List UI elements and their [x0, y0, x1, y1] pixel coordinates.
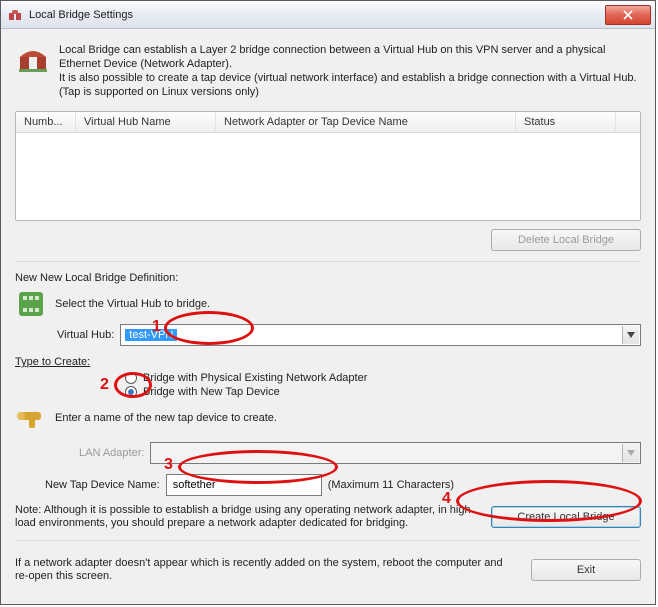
window-close-button[interactable] — [605, 5, 651, 25]
intro-panel: Local Bridge can establish a Layer 2 bri… — [15, 39, 641, 103]
lan-adapter-combo — [150, 442, 641, 464]
hub-icon — [15, 288, 47, 320]
tap-name-label: New Tap Device Name: — [45, 479, 160, 491]
chevron-down-icon[interactable] — [622, 326, 639, 344]
th-number[interactable]: Numb... — [16, 112, 76, 132]
bridge-icon — [17, 43, 49, 75]
exit-button[interactable]: Exit — [531, 559, 641, 581]
window-title: Local Bridge Settings — [29, 9, 605, 21]
max-chars-label: (Maximum 11 Characters) — [328, 479, 454, 491]
enter-tap-name-label: Enter a name of the new tap device to cr… — [55, 412, 277, 424]
footer-text: If a network adapter doesn't appear whic… — [15, 557, 517, 583]
note-text: Note: Although it is possible to establi… — [15, 504, 481, 530]
titlebar: Local Bridge Settings — [1, 1, 655, 29]
virtual-hub-combo[interactable]: test-VPN — [120, 324, 641, 346]
separator — [15, 540, 641, 541]
virtual-hub-label: Virtual Hub: — [57, 329, 114, 341]
chevron-down-icon — [622, 444, 639, 462]
radio-tap-label: Bridge with New Tap Device — [143, 386, 280, 398]
th-spacer — [616, 112, 640, 132]
radio-physical-label: Bridge with Physical Existing Network Ad… — [143, 372, 367, 384]
select-hub-label: Select the Virtual Hub to bridge. — [55, 298, 210, 310]
bridges-table[interactable]: Numb... Virtual Hub Name Network Adapter… — [15, 111, 641, 221]
create-bridge-button[interactable]: Create Local Bridge — [491, 506, 641, 528]
th-hub[interactable]: Virtual Hub Name — [76, 112, 216, 132]
virtual-hub-value: test-VPN — [125, 329, 177, 341]
th-status[interactable]: Status — [516, 112, 616, 132]
intro-text: Local Bridge can establish a Layer 2 bri… — [59, 43, 639, 99]
type-label: Type to Create: — [15, 356, 90, 368]
app-icon — [7, 7, 23, 23]
separator — [15, 261, 641, 262]
radio-physical[interactable] — [125, 372, 137, 384]
radio-tap[interactable] — [125, 386, 137, 398]
th-adapter[interactable]: Network Adapter or Tap Device Name — [216, 112, 516, 132]
tap-name-input[interactable] — [166, 474, 322, 496]
close-icon — [623, 10, 633, 20]
tap-icon — [15, 402, 47, 434]
delete-bridge-button: Delete Local Bridge — [491, 229, 641, 251]
table-header: Numb... Virtual Hub Name Network Adapter… — [16, 112, 640, 133]
lan-adapter-label: LAN Adapter: — [79, 447, 144, 459]
table-body — [16, 133, 640, 220]
definition-title: New New Local Bridge Definition: — [15, 272, 641, 284]
